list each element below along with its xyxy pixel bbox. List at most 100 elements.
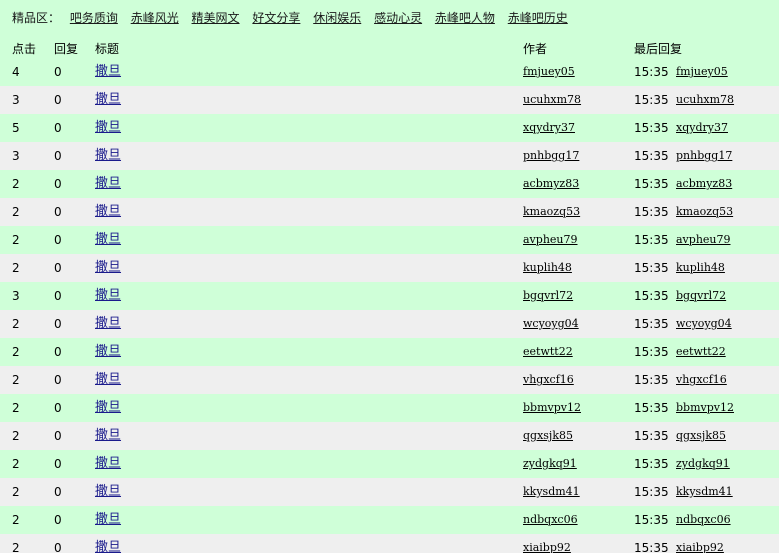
reply-count: 0: [54, 317, 62, 331]
click-count: 2: [12, 233, 20, 247]
click-count: 2: [12, 373, 20, 387]
thread-list: 4 0 撒旦 fmjuey05 15:35 fmjuey05 3 0 撒旦 ucuhxm78 15:…: [0, 58, 779, 553]
author-link[interactable]: bbmvpv12: [523, 401, 581, 415]
last-reply-user-link[interactable]: vhgxcf16: [676, 373, 727, 387]
thread-title-link[interactable]: 撒旦: [95, 541, 121, 553]
featured-link-7[interactable]: 赤峰吧历史: [508, 11, 568, 25]
featured-link-5[interactable]: 感动心灵: [374, 11, 422, 25]
author-link[interactable]: bgqvrl72: [523, 289, 573, 303]
thread-title-link[interactable]: 撒旦: [95, 429, 121, 443]
reply-count: 0: [54, 93, 62, 107]
reply-count: 0: [54, 401, 62, 415]
author-link[interactable]: avpheu79: [523, 233, 578, 247]
thread-title-link[interactable]: 撒旦: [95, 345, 121, 359]
last-reply-user-link[interactable]: ndbqxc06: [676, 513, 731, 527]
table-row: 2 0 撒旦 bbmvpv12 15:35 bbmvpv12: [0, 394, 779, 422]
thread-title-link[interactable]: 撒旦: [95, 289, 121, 303]
reply-count: 0: [54, 457, 62, 471]
table-row: 5 0 撒旦 xqydry37 15:35 xqydry37: [0, 114, 779, 142]
last-reply-user-link[interactable]: kmaozq53: [676, 205, 733, 219]
last-reply-time: 15:35: [634, 65, 669, 79]
last-reply-user-link[interactable]: avpheu79: [676, 233, 731, 247]
table-row: 2 0 撒旦 acbmyz83 15:35 acbmyz83: [0, 170, 779, 198]
click-count: 2: [12, 401, 20, 415]
click-count: 2: [12, 513, 20, 527]
last-reply-user-link[interactable]: xiaibp92: [676, 541, 724, 553]
thread-title-link[interactable]: 撒旦: [95, 121, 121, 135]
last-reply-time: 15:35: [634, 401, 669, 415]
last-reply-user-link[interactable]: kkysdm41: [676, 485, 733, 499]
author-link[interactable]: kmaozq53: [523, 205, 580, 219]
featured-link-3[interactable]: 好文分享: [252, 11, 300, 25]
author-link[interactable]: kuplih48: [523, 261, 572, 275]
thread-title-link[interactable]: 撒旦: [95, 401, 121, 415]
author-link[interactable]: kkysdm41: [523, 485, 580, 499]
last-reply-user-link[interactable]: xqydry37: [676, 121, 728, 135]
last-reply-time: 15:35: [634, 149, 669, 163]
author-link[interactable]: xqydry37: [523, 121, 575, 135]
last-reply-user-link[interactable]: bgqvrl72: [676, 289, 726, 303]
author-link[interactable]: ucuhxm78: [523, 93, 581, 107]
last-reply-time: 15:35: [634, 513, 669, 527]
last-reply-user-link[interactable]: ucuhxm78: [676, 93, 734, 107]
author-link[interactable]: zydgkq91: [523, 457, 577, 471]
header-clicks: 点击: [12, 42, 37, 56]
last-reply-user-link[interactable]: eetwtt22: [676, 345, 726, 359]
last-reply-user-link[interactable]: kuplih48: [676, 261, 725, 275]
thread-title-link[interactable]: 撒旦: [95, 457, 121, 471]
thread-title-link[interactable]: 撒旦: [95, 485, 121, 499]
last-reply-user-link[interactable]: acbmyz83: [676, 177, 732, 191]
author-link[interactable]: eetwtt22: [523, 345, 573, 359]
header-title: 标题: [95, 42, 120, 56]
reply-count: 0: [54, 121, 62, 135]
thread-title-link[interactable]: 撒旦: [95, 205, 121, 219]
author-link[interactable]: fmjuey05: [523, 65, 575, 79]
thread-title-link[interactable]: 撒旦: [95, 513, 121, 527]
thread-title-link[interactable]: 撒旦: [95, 177, 121, 191]
last-reply-user-link[interactable]: qgxsjk85: [676, 429, 726, 443]
thread-title-link[interactable]: 撒旦: [95, 93, 121, 107]
thread-title-link[interactable]: 撒旦: [95, 261, 121, 275]
table-row: 2 0 撒旦 avpheu79 15:35 avpheu79: [0, 226, 779, 254]
author-link[interactable]: acbmyz83: [523, 177, 579, 191]
table-row: 3 0 撒旦 ucuhxm78 15:35 ucuhxm78: [0, 86, 779, 114]
last-reply-user-link[interactable]: fmjuey05: [676, 65, 728, 79]
table-row: 2 0 撒旦 xiaibp92 15:35 xiaibp92: [0, 534, 779, 553]
table-row: 2 0 撒旦 eetwtt22 15:35 eetwtt22: [0, 338, 779, 366]
reply-count: 0: [54, 541, 62, 553]
thread-title-link[interactable]: 撒旦: [95, 373, 121, 387]
click-count: 2: [12, 261, 20, 275]
table-row: 4 0 撒旦 fmjuey05 15:35 fmjuey05: [0, 58, 779, 86]
thread-title-link[interactable]: 撒旦: [95, 149, 121, 163]
author-link[interactable]: wcyoyg04: [523, 317, 579, 331]
last-reply-time: 15:35: [634, 121, 669, 135]
last-reply-time: 15:35: [634, 429, 669, 443]
thread-title-link[interactable]: 撒旦: [95, 65, 121, 79]
click-count: 2: [12, 485, 20, 499]
featured-link-4[interactable]: 休闲娱乐: [313, 11, 361, 25]
featured-link-1[interactable]: 赤峰风光: [131, 11, 179, 25]
author-link[interactable]: xiaibp92: [523, 541, 571, 553]
last-reply-user-link[interactable]: bbmvpv12: [676, 401, 734, 415]
author-link[interactable]: ndbqxc06: [523, 513, 578, 527]
last-reply-time: 15:35: [634, 233, 669, 247]
table-row: 2 0 撒旦 vhgxcf16 15:35 vhgxcf16: [0, 366, 779, 394]
author-link[interactable]: qgxsjk85: [523, 429, 573, 443]
table-row: 2 0 撒旦 kkysdm41 15:35 kkysdm41: [0, 478, 779, 506]
author-link[interactable]: pnhbgg17: [523, 149, 579, 163]
featured-link-2[interactable]: 精美网文: [192, 11, 240, 25]
featured-link-6[interactable]: 赤峰吧人物: [435, 11, 495, 25]
reply-count: 0: [54, 345, 62, 359]
featured-link-0[interactable]: 吧务质询: [70, 11, 118, 25]
last-reply-user-link[interactable]: pnhbgg17: [676, 149, 732, 163]
click-count: 2: [12, 429, 20, 443]
click-count: 3: [12, 149, 20, 163]
click-count: 2: [12, 457, 20, 471]
header-author: 作者: [523, 42, 548, 56]
thread-title-link[interactable]: 撒旦: [95, 233, 121, 247]
last-reply-time: 15:35: [634, 373, 669, 387]
thread-title-link[interactable]: 撒旦: [95, 317, 121, 331]
author-link[interactable]: vhgxcf16: [523, 373, 574, 387]
last-reply-user-link[interactable]: wcyoyg04: [676, 317, 732, 331]
last-reply-user-link[interactable]: zydgkq91: [676, 457, 730, 471]
